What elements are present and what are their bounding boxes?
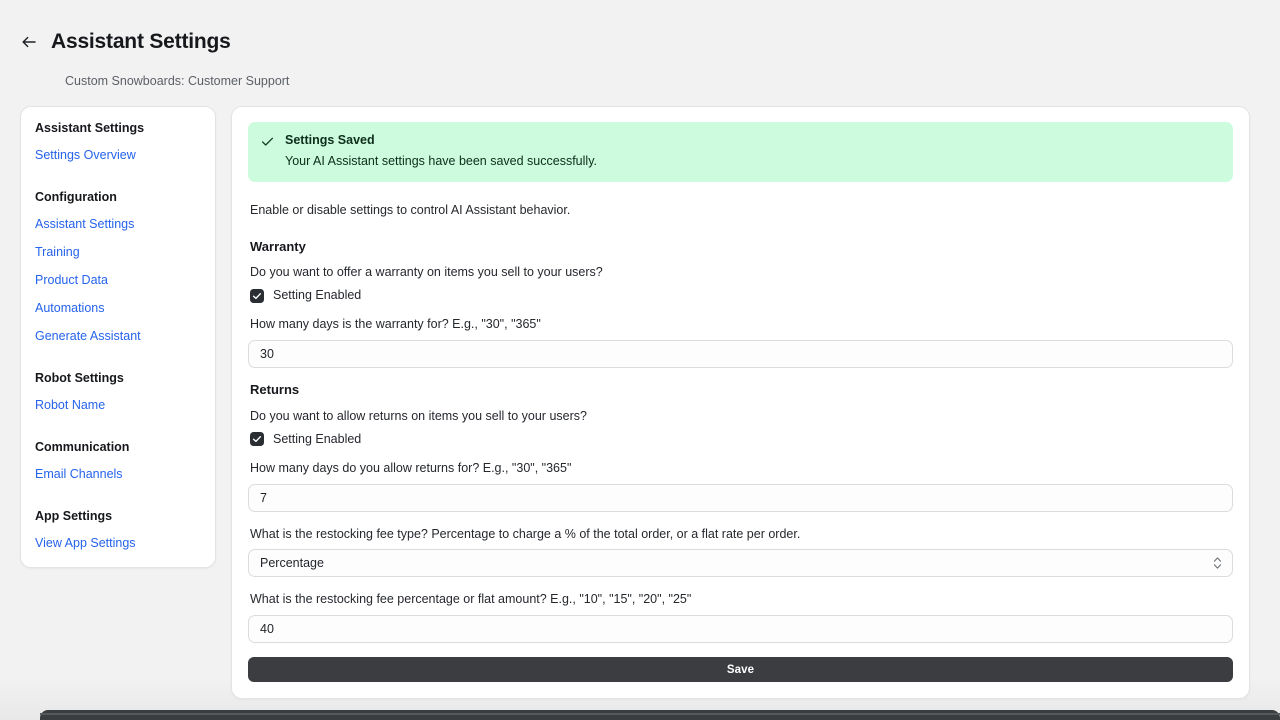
header-row: Assistant Settings: [20, 16, 1280, 68]
page-header: Assistant Settings Custom Snowboards: Cu…: [0, 0, 1280, 90]
sidebar-heading-communication: Communication: [35, 440, 201, 455]
sidebar-heading-assistant-settings: Assistant Settings: [35, 121, 201, 136]
window-bottom-chrome-highlight: [40, 713, 1280, 715]
sidebar-item-generate-assistant[interactable]: Generate Assistant: [35, 329, 201, 344]
arrow-left-icon[interactable]: [20, 33, 38, 51]
returns-enable-question: Do you want to allow returns on items yo…: [250, 408, 1233, 425]
warranty-section-title: Warranty: [250, 239, 1233, 255]
returns-enabled-checkbox-label[interactable]: Setting Enabled: [273, 432, 361, 447]
settings-saved-banner: Settings Saved Your AI Assistant setting…: [248, 122, 1233, 183]
warranty-enabled-checkbox-row[interactable]: Setting Enabled: [250, 288, 1233, 303]
returns-enabled-checkbox-row[interactable]: Setting Enabled: [250, 432, 1233, 447]
warranty-days-label: How many days is the warranty for? E.g.,…: [250, 316, 1233, 333]
sidebar-heading-configuration: Configuration: [35, 190, 201, 205]
sidebar-heading-robot-settings: Robot Settings: [35, 371, 201, 386]
sidebar-nav: Assistant Settings Settings Overview Con…: [20, 106, 216, 568]
sidebar-item-automations[interactable]: Automations: [35, 301, 201, 316]
sidebar-group-communication: Communication Email Channels: [21, 440, 215, 482]
page-title: Assistant Settings: [51, 30, 231, 54]
returns-section: Returns Do you want to allow returns on …: [248, 382, 1233, 643]
warranty-enabled-checkbox[interactable]: [250, 289, 264, 303]
sidebar-item-settings-overview[interactable]: Settings Overview: [35, 148, 201, 163]
warranty-days-input[interactable]: [248, 340, 1233, 368]
returns-enabled-checkbox[interactable]: [250, 432, 264, 446]
restocking-fee-type-select-wrap: Percentage Flat Rate: [248, 549, 1233, 577]
settings-panel: Settings Saved Your AI Assistant setting…: [231, 106, 1250, 700]
sidebar-group-configuration: Configuration Assistant Settings Trainin…: [21, 190, 215, 344]
restocking-fee-type-label: What is the restocking fee type? Percent…: [250, 526, 1233, 543]
settings-intro-text: Enable or disable settings to control AI…: [250, 202, 1233, 219]
sidebar-heading-app-settings: App Settings: [35, 509, 201, 524]
sidebar-item-training[interactable]: Training: [35, 245, 201, 260]
window-bottom-chrome: [40, 710, 1280, 720]
returns-days-input[interactable]: [248, 484, 1233, 512]
sidebar-item-assistant-settings[interactable]: Assistant Settings: [35, 217, 201, 232]
sidebar-item-product-data[interactable]: Product Data: [35, 273, 201, 288]
sidebar-item-view-app-settings[interactable]: View App Settings: [35, 536, 201, 551]
sidebar-group-robot-settings: Robot Settings Robot Name: [21, 371, 215, 413]
warranty-enable-question: Do you want to offer a warranty on items…: [250, 264, 1233, 281]
restocking-fee-amount-label: What is the restocking fee percentage or…: [250, 591, 1233, 608]
warranty-enabled-checkbox-label[interactable]: Setting Enabled: [273, 288, 361, 303]
warranty-section: Warranty Do you want to offer a warranty…: [248, 239, 1233, 368]
returns-section-title: Returns: [250, 382, 1233, 398]
sidebar-item-email-channels[interactable]: Email Channels: [35, 467, 201, 482]
sidebar-group-app-settings: App Settings View App Settings: [21, 509, 215, 551]
save-button[interactable]: Save: [248, 657, 1233, 682]
check-icon: [261, 135, 274, 148]
sidebar-item-robot-name[interactable]: Robot Name: [35, 398, 201, 413]
banner-title-row: Settings Saved: [261, 133, 1220, 149]
restocking-fee-type-select[interactable]: Percentage Flat Rate: [248, 549, 1233, 577]
page-subtitle: Custom Snowboards: Customer Support: [65, 73, 1280, 89]
page-layout: Assistant Settings Settings Overview Con…: [0, 90, 1280, 700]
restocking-fee-amount-input[interactable]: [248, 615, 1233, 643]
banner-message: Your AI Assistant settings have been sav…: [285, 153, 1220, 170]
returns-days-label: How many days do you allow returns for? …: [250, 460, 1233, 477]
banner-title: Settings Saved: [285, 133, 375, 149]
app-viewport: Assistant Settings Custom Snowboards: Cu…: [0, 0, 1280, 720]
sidebar-group-assistant-settings: Assistant Settings Settings Overview: [21, 121, 215, 163]
